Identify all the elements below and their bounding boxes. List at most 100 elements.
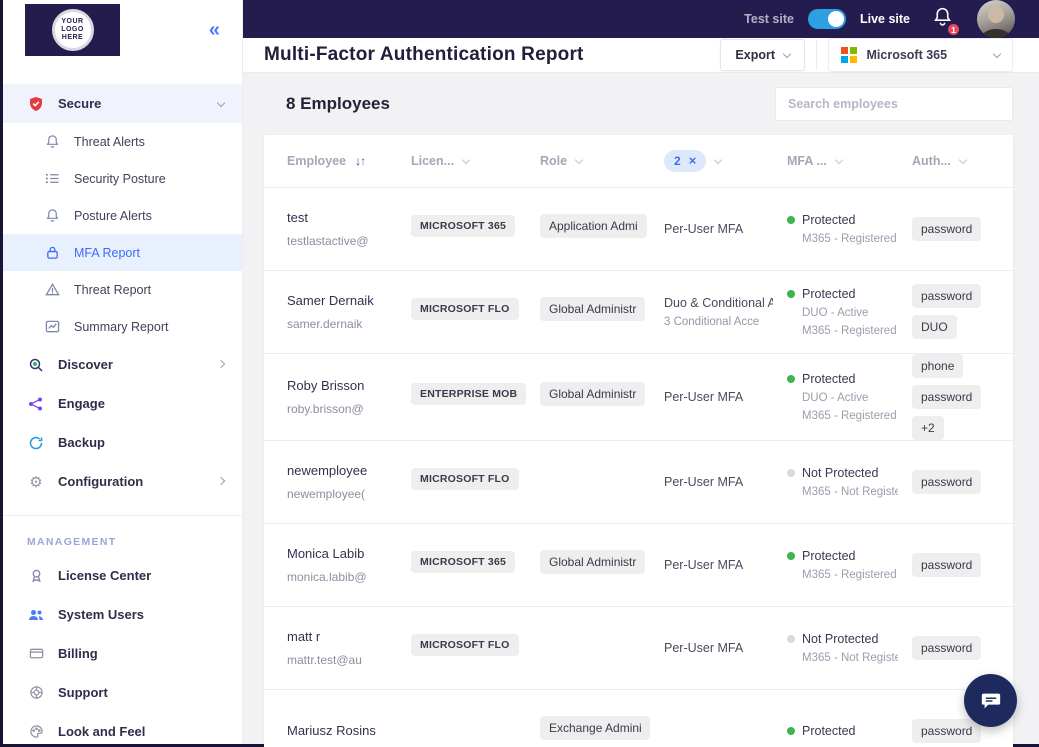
clear-filter-icon[interactable]: × xyxy=(689,154,697,167)
sidebar-item-threat-alerts[interactable]: Threat Alerts xyxy=(3,123,242,160)
mfa-type-detail: 3 Conditional Acce xyxy=(664,315,760,328)
sidebar-item-look-and-feel[interactable]: Look and Feel xyxy=(3,712,242,744)
chevron-down-icon xyxy=(992,49,1002,58)
auth-method-chip: password xyxy=(912,216,982,241)
auth-method-chip: password xyxy=(912,284,982,308)
license-chip: MICROSOFT FLO xyxy=(411,634,519,656)
sidebar-item-threat-report[interactable]: Threat Report xyxy=(3,271,242,308)
user-avatar[interactable] xyxy=(977,0,1015,38)
microsoft-logo-icon xyxy=(841,47,857,63)
sidebar-item-secure[interactable]: Secure xyxy=(3,84,242,123)
role-chip: Exchange Admini xyxy=(540,716,650,740)
chevron-down-icon xyxy=(461,155,471,164)
status-detail: M365 - Not Registe xyxy=(802,485,898,498)
chevron-right-icon xyxy=(216,359,226,368)
award-ribbon-icon xyxy=(27,568,45,583)
column-label: Role xyxy=(540,153,568,168)
sidebar-item-license-center[interactable]: License Center xyxy=(3,556,242,595)
status-detail: M365 - Registered xyxy=(802,568,897,581)
license-chip: MICROSOFT FLO xyxy=(411,298,519,320)
sidebar-item-label: Security Posture xyxy=(74,171,166,186)
license-chip: MICROSOFT 365 xyxy=(411,551,516,573)
chevron-down-icon xyxy=(958,155,968,164)
mfa-type: Per-User MFA xyxy=(664,474,744,489)
site-toggle[interactable] xyxy=(807,9,846,29)
logo-line: YOUR xyxy=(61,18,84,25)
auth-method-more-chip[interactable]: +2 xyxy=(912,415,944,440)
sort-icon: ↓↑ xyxy=(355,153,366,168)
tenant-selector[interactable]: Microsoft 365 xyxy=(828,38,1013,72)
chevron-down-icon xyxy=(782,49,792,58)
auth-method-chip: password xyxy=(912,718,982,743)
table-row[interactable]: Roby Brisson roby.brisson@ ENTERPRISE MO… xyxy=(264,352,1013,440)
sidebar: YOUR LOGO HERE « Secure Threat Alerts Se xyxy=(3,0,243,744)
content: 8 Employees Employee ↓↑ Licen... Role xyxy=(243,73,1039,747)
auth-method-chip: password xyxy=(912,469,982,494)
table-row[interactable]: test testlastactive@ MICROSOFT 365 Appli… xyxy=(264,186,1013,270)
notifications-bell-icon[interactable]: 1 xyxy=(932,6,961,37)
status-detail: DUO - Active xyxy=(802,391,869,404)
chart-icon xyxy=(43,319,61,334)
logo-line: HERE xyxy=(61,34,84,41)
employee-email: samer.dernaik xyxy=(287,316,363,331)
topbar: Test site Live site 1 xyxy=(243,0,1039,38)
sidebar-item-label: System Users xyxy=(58,607,144,622)
column-header-employee[interactable]: Employee ↓↑ xyxy=(287,154,411,168)
column-header-license[interactable]: Licen... xyxy=(411,154,540,168)
sidebar-item-summary-report[interactable]: Summary Report xyxy=(3,308,242,345)
sidebar-item-label: Discover xyxy=(58,357,113,372)
employee-email: monica.labib@ xyxy=(287,569,367,584)
page-header: Multi-Factor Authentication Report Expor… xyxy=(243,38,1039,73)
column-label: Auth... xyxy=(912,153,951,168)
tenant-label: Microsoft 365 xyxy=(866,47,948,62)
chevron-down-icon xyxy=(714,155,723,164)
table-row[interactable]: Mariusz Rosins Exchange Admini Protected… xyxy=(264,688,1013,747)
column-header-mfa-type[interactable]: 2 × xyxy=(664,149,787,172)
chat-button[interactable] xyxy=(964,674,1017,727)
column-label: MFA ... xyxy=(787,153,827,168)
sidebar-item-support[interactable]: Support xyxy=(3,673,242,712)
sidebar-item-billing[interactable]: Billing xyxy=(3,634,242,673)
sidebar-item-backup[interactable]: Backup xyxy=(3,423,242,462)
mfa-type: Per-User MFA xyxy=(664,221,744,236)
auth-method-chip: password xyxy=(912,384,982,409)
table-row[interactable]: matt r mattr.test@au MICROSOFT FLO Per-U… xyxy=(264,605,1013,689)
employee-name: newemployee xyxy=(287,462,368,478)
sidebar-item-mfa-report[interactable]: MFA Report xyxy=(3,234,242,271)
sidebar-collapse-icon[interactable]: « xyxy=(209,20,220,40)
status-label: Not Protected xyxy=(802,631,879,646)
employee-email: newemployee( xyxy=(287,486,366,501)
sidebar-item-engage[interactable]: Engage xyxy=(3,384,242,423)
status-dot xyxy=(787,726,795,735)
sidebar-item-discover[interactable]: Discover xyxy=(3,345,242,384)
search-input[interactable] xyxy=(775,86,1013,121)
sidebar-item-posture-alerts[interactable]: Posture Alerts xyxy=(3,197,242,234)
sidebar-item-label: Threat Report xyxy=(74,282,152,297)
mfa-type-filter-chip[interactable]: 2 × xyxy=(664,149,707,172)
sidebar-item-security-posture[interactable]: Security Posture xyxy=(3,160,242,197)
main-area: Test site Live site 1 Multi-Factor Authe… xyxy=(243,0,1039,747)
table-header-row: Employee ↓↑ Licen... Role 2 × MFA ... Au… xyxy=(264,135,1013,187)
table-row[interactable]: newemployee newemployee( MICROSOFT FLO P… xyxy=(264,439,1013,523)
status-detail: M365 - Not Registe xyxy=(802,651,898,664)
status-dot xyxy=(787,634,795,643)
column-header-mfa-status[interactable]: MFA ... xyxy=(787,154,912,168)
table-row[interactable]: Monica Labib monica.labib@ MICROSOFT 365… xyxy=(264,522,1013,606)
column-header-role[interactable]: Role xyxy=(540,154,664,168)
mfa-type: Per-User MFA xyxy=(664,640,744,655)
export-button[interactable]: Export xyxy=(720,38,805,71)
sidebar-item-configuration[interactable]: ⚙ Configuration xyxy=(3,462,242,501)
license-chip: MICROSOFT FLO xyxy=(411,468,519,490)
auth-method-chip: password xyxy=(912,552,982,577)
employee-name: Samer Dernaik xyxy=(287,292,374,308)
table-row[interactable]: Samer Dernaik samer.dernaik MICROSOFT FL… xyxy=(264,269,1013,353)
status-detail: DUO - Active xyxy=(802,306,869,319)
logo-line: LOGO xyxy=(61,26,84,33)
sidebar-item-system-users[interactable]: System Users xyxy=(3,595,242,634)
sidebar-item-label: Threat Alerts xyxy=(74,134,145,149)
sidebar-item-label: Look and Feel xyxy=(58,724,146,739)
status-label: Not Protected xyxy=(802,465,879,480)
chevron-right-icon xyxy=(216,476,226,485)
column-header-auth-methods[interactable]: Auth... xyxy=(912,154,1007,168)
sidebar-item-label: Backup xyxy=(58,435,105,450)
